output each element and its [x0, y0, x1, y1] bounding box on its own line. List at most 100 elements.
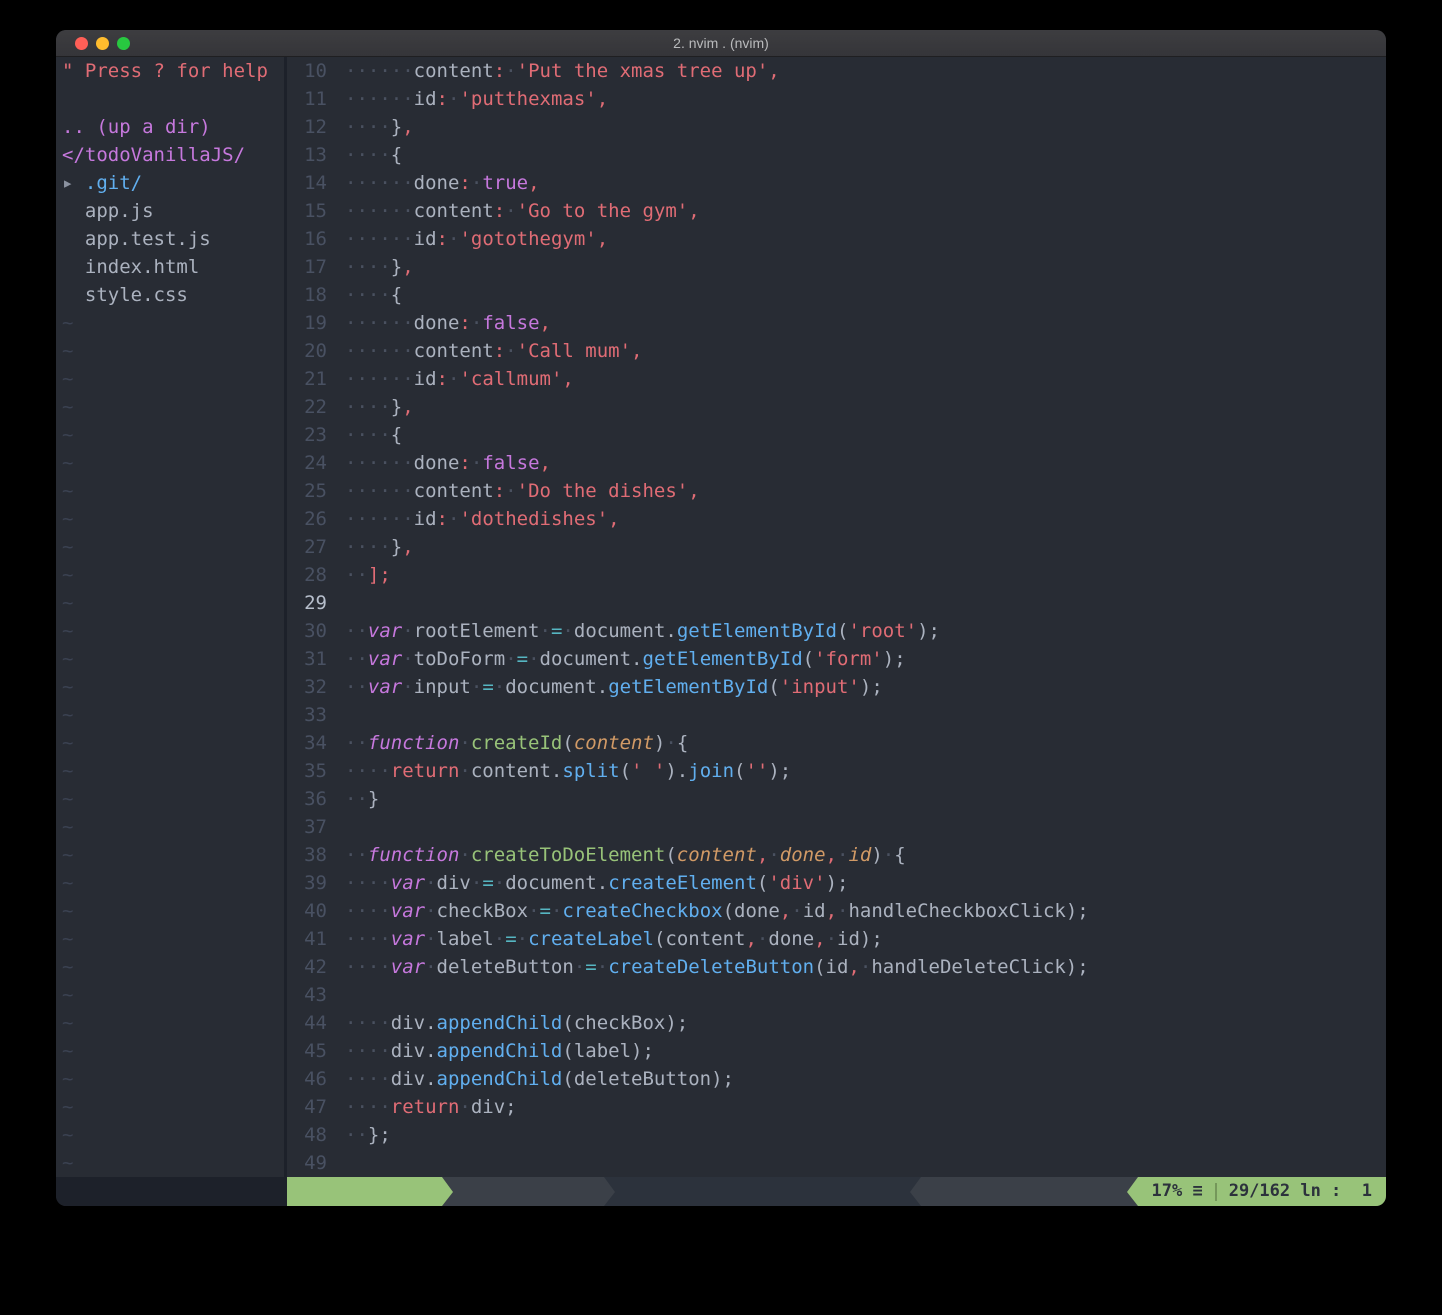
token-red: : [459, 172, 470, 194]
code-line[interactable]: 34··function·createId(content)·{ [287, 729, 1386, 757]
code-line[interactable]: 21······id:·'callmum', [287, 365, 1386, 393]
tilde-marker: ~ [62, 1040, 73, 1062]
code-line[interactable]: 36··} [287, 785, 1386, 813]
code-line[interactable]: 45····div.appendChild(label); [287, 1037, 1386, 1065]
terminal-window: 2. nvim . (nvim) " Press ? for help.. (u… [56, 30, 1386, 1206]
code-line[interactable]: 28··]; [287, 561, 1386, 589]
line-number: 29 [287, 589, 327, 617]
close-button[interactable] [75, 37, 88, 50]
code-line[interactable]: 16······id:·'gotothegym', [287, 225, 1386, 253]
file-tree[interactable]: " Press ? for help.. (up a dir)</todoVan… [56, 57, 284, 1177]
code-line[interactable]: 35····return·content.split(' ').join('')… [287, 757, 1386, 785]
code-text: ····var·label·=·createLabel(content,·don… [345, 928, 883, 950]
token-fg: deleteButton [437, 956, 574, 978]
token-str: 'Go to the gym' [517, 200, 689, 222]
token-kw: var [391, 928, 425, 950]
code-line[interactable]: 14······done:·true, [287, 169, 1386, 197]
tilde-marker: ~ [62, 648, 73, 670]
token-red: : [437, 368, 448, 390]
code-line[interactable]: 49 [287, 1149, 1386, 1177]
whitespace-dots: · [665, 732, 676, 754]
code-line[interactable]: 30··var·rootElement·=·document.getElemen… [287, 617, 1386, 645]
fullscreen-button[interactable] [117, 37, 130, 50]
token-str: 'div' [768, 872, 825, 894]
code-line[interactable]: 27····}, [287, 533, 1386, 561]
code-line-current[interactable]: 29 [287, 589, 1386, 617]
whitespace-dots: ···· [345, 928, 391, 950]
code-line[interactable]: 43 [287, 981, 1386, 1009]
collapsed-chevron-icon[interactable]: ▸ [62, 172, 85, 194]
editor-buffer[interactable]: 10······content:·'Put the xmas tree up',… [287, 57, 1386, 1177]
code-line[interactable]: 48··}; [287, 1121, 1386, 1149]
code-line[interactable]: 40····var·checkBox·=·createCheckbox(done… [287, 897, 1386, 925]
token-fg: ); [917, 620, 940, 642]
code-line[interactable]: 41····var·label·=·createLabel(content,·d… [287, 925, 1386, 953]
titlebar[interactable]: 2. nvim . (nvim) [56, 30, 1386, 57]
code-text: ····var·deleteButton·=·createDeleteButto… [345, 956, 1089, 978]
line-number: 26 [287, 505, 327, 533]
tree-file-app-js[interactable]: app.js [62, 197, 284, 225]
token-fg: ) [871, 844, 882, 866]
whitespace-dots: ···· [345, 1012, 391, 1034]
tree-file-app-test-js[interactable]: app.test.js [62, 225, 284, 253]
code-line[interactable]: 12····}, [287, 113, 1386, 141]
code-line[interactable]: 20······content:·'Call mum', [287, 337, 1386, 365]
code-line[interactable]: 26······id:·'dothedishes', [287, 505, 1386, 533]
nvim-main-area: " Press ? for help.. (up a dir)</todoVan… [56, 57, 1386, 1177]
empty-line-tilde: ~ [62, 533, 284, 561]
line-number: 32 [287, 673, 327, 701]
code-text: ····}, [345, 396, 414, 418]
code-line[interactable]: 44····div.appendChild(checkBox); [287, 1009, 1386, 1037]
token-fg: id [414, 228, 437, 250]
code-line[interactable]: 33 [287, 701, 1386, 729]
code-line[interactable]: 47····return·div; [287, 1093, 1386, 1121]
token-fg: id [414, 368, 437, 390]
tree-file-style-css[interactable]: style.css [62, 281, 284, 309]
empty-line-tilde: ~ [62, 701, 284, 729]
code-line[interactable]: 15······content:·'Go to the gym', [287, 197, 1386, 225]
code-line[interactable]: 38··function·createToDoElement(content,·… [287, 841, 1386, 869]
whitespace-dots: · [425, 900, 436, 922]
token-call: createCheckbox [562, 900, 722, 922]
code-line[interactable]: 10······content:·'Put the xmas tree up', [287, 57, 1386, 85]
code-line[interactable]: 46····div.appendChild(deleteButton); [287, 1065, 1386, 1093]
code-line[interactable]: 31··var·toDoForm·=·document.getElementBy… [287, 645, 1386, 673]
code-line[interactable]: 25······content:·'Do the dishes', [287, 477, 1386, 505]
code-line[interactable]: 42····var·deleteButton·=·createDeleteBut… [287, 953, 1386, 981]
code-line[interactable]: 19······done:·false, [287, 309, 1386, 337]
code-line[interactable]: 39····var·div·=·document.createElement('… [287, 869, 1386, 897]
tree-up-dir[interactable]: .. (up a dir) [62, 113, 284, 141]
code-line[interactable]: 24······done:·false, [287, 449, 1386, 477]
tilde-marker: ~ [62, 508, 73, 530]
statusline-fill [615, 1177, 673, 1206]
tree-file-index-html[interactable]: index.html [62, 253, 284, 281]
token-call: appendChild [437, 1068, 563, 1090]
empty-line-tilde: ~ [62, 1093, 284, 1121]
whitespace-dots: ···· [345, 1068, 391, 1090]
code-line[interactable]: 32··var·input·=·document.getElementById(… [287, 673, 1386, 701]
tilde-marker: ~ [62, 340, 73, 362]
token-str: ' ' [631, 760, 665, 782]
code-line[interactable]: 22····}, [287, 393, 1386, 421]
line-number: 34 [287, 729, 327, 757]
whitespace-dots: · [448, 368, 459, 390]
tilde-marker: ~ [62, 424, 73, 446]
code-line[interactable]: 17····}, [287, 253, 1386, 281]
code-line[interactable]: 37 [287, 813, 1386, 841]
whitespace-dots: · [471, 452, 482, 474]
code-text: ······done:·false, [345, 452, 551, 474]
line-number: 36 [287, 785, 327, 813]
code-line[interactable]: 11······id:·'putthexmas', [287, 85, 1386, 113]
powerline-separator-icon [910, 1177, 921, 1206]
code-line[interactable]: 18····{ [287, 281, 1386, 309]
whitespace-dots: ······ [345, 172, 414, 194]
tilde-marker: ~ [62, 396, 73, 418]
code-line[interactable]: 13····{ [287, 141, 1386, 169]
tree-dir-git[interactable]: ▸ .git/ [62, 169, 284, 197]
code-line[interactable]: 23····{ [287, 421, 1386, 449]
tree-root[interactable]: </todoVanillaJS/ [62, 141, 284, 169]
minimize-button[interactable] [96, 37, 109, 50]
token-kw: var [391, 956, 425, 978]
powerline-separator-icon [1127, 1177, 1138, 1206]
code-text: ··function·createToDoElement(content,·do… [345, 844, 906, 866]
